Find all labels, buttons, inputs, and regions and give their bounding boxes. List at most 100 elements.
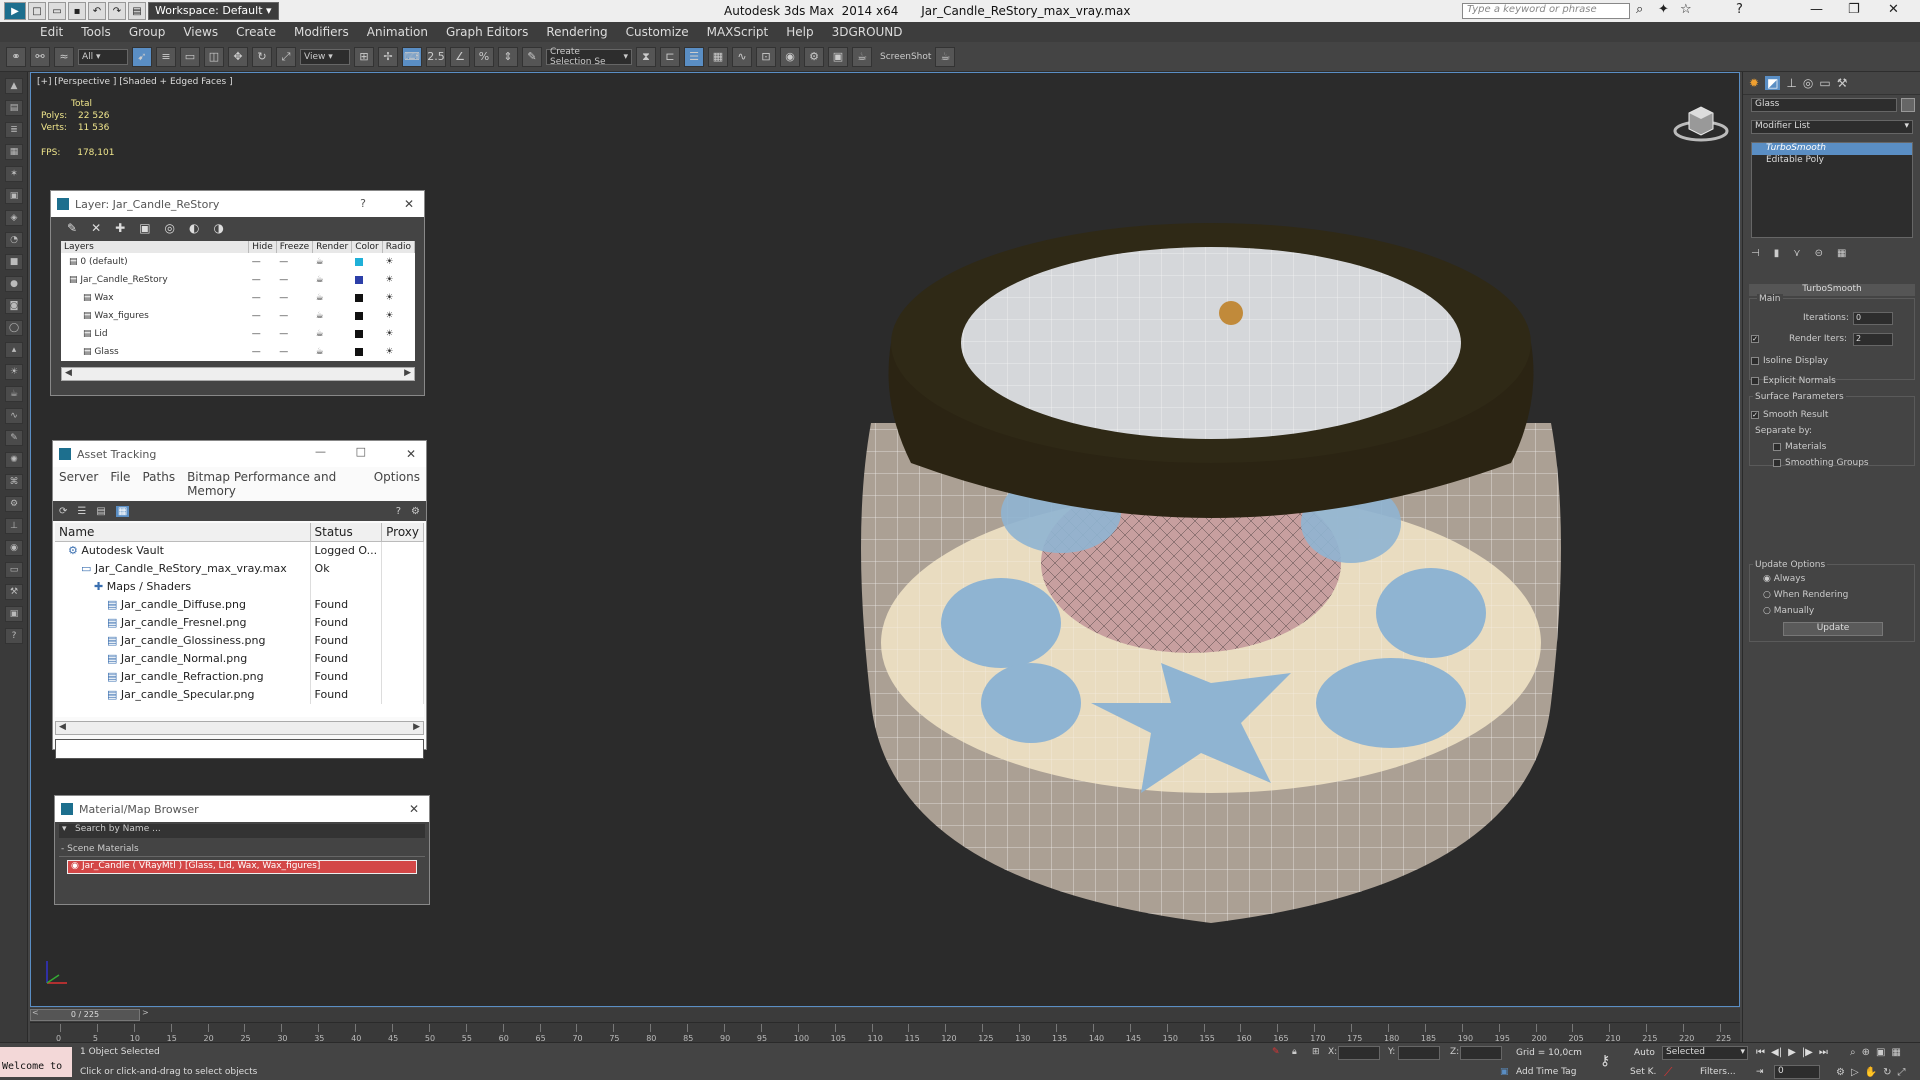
cone-icon[interactable]: ▴ [5, 342, 23, 358]
delete-layer-icon[interactable]: ✕ [91, 221, 101, 235]
key-mode-icon[interactable]: ⇥ [1756, 1067, 1764, 1077]
asset-settings-icon[interactable]: ⚙ [411, 506, 420, 517]
hide-toggle[interactable]: — [249, 253, 277, 271]
restore-icon[interactable]: ❐ [1848, 2, 1860, 17]
col-freeze[interactable]: Freeze [276, 241, 314, 253]
color-cell[interactable] [352, 271, 383, 289]
close-icon[interactable]: ✕ [406, 447, 416, 461]
maxscript-listener[interactable]: Welcome to [0, 1047, 72, 1077]
shape-icon[interactable]: ◔ [5, 232, 23, 248]
asset-row[interactable]: ✚ Maps / Shaders [55, 577, 424, 596]
asset-row[interactable]: ▤ Jar_candle_Fresnel.png Found [55, 613, 424, 632]
hierarchy-tab-icon[interactable]: ⊥ [1786, 76, 1796, 90]
help-icon[interactable]: ? [360, 197, 366, 210]
window-crossing-icon[interactable]: ◫ [204, 46, 224, 67]
close-icon[interactable]: ✕ [404, 197, 414, 211]
menu-rendering[interactable]: Rendering [546, 25, 607, 39]
asset-menu-bitmap-performance-and-memory[interactable]: Bitmap Performance and Memory [187, 470, 362, 498]
grid-icon[interactable]: ▦ [5, 144, 23, 160]
selection-filter-dropdown[interactable]: All ▾ [78, 48, 128, 65]
asset-menu-paths[interactable]: Paths [142, 470, 175, 498]
refresh-icon[interactable]: ⟳ [59, 506, 67, 517]
snaps-toggle-icon[interactable]: 2.5 [426, 46, 446, 67]
schematic-view-icon[interactable]: ⊡ [756, 46, 776, 67]
scene-materials-section[interactable]: - Scene Materials [59, 842, 425, 857]
color-cell[interactable] [352, 343, 383, 361]
viewcube-icon[interactable] [1671, 95, 1731, 155]
undo-icon[interactable]: ↶ [88, 2, 106, 20]
hide-toggle[interactable]: — [249, 271, 277, 289]
asset-scrollbar[interactable]: ◀ ▶ [55, 721, 424, 735]
radiosity-icon[interactable]: ☀ [382, 253, 414, 271]
radiosity-icon[interactable]: ☀ [382, 289, 414, 307]
radiosity-icon[interactable]: ☀ [382, 343, 414, 361]
menu-edit[interactable]: Edit [40, 25, 63, 39]
search-input[interactable]: Type a keyword or phrase [1462, 3, 1630, 19]
time-tag-icon[interactable]: ▣ [1500, 1067, 1509, 1077]
add-time-tag[interactable]: Add Time Tag [1516, 1067, 1576, 1077]
open-file-icon[interactable]: ▭ [48, 2, 66, 20]
screenshot-icon[interactable]: ☕ [935, 46, 956, 67]
modifier-icon[interactable]: ∿ [5, 408, 23, 424]
layer-row[interactable]: ▤ Wax — — ☕ ☀ [61, 289, 415, 307]
time-slider[interactable]: 0 / 225 < > [30, 1008, 1740, 1022]
menu-create[interactable]: Create [236, 25, 276, 39]
help-icon[interactable]: ? [1736, 2, 1743, 17]
material-editor-icon[interactable]: ◉ [780, 46, 800, 67]
select-manipulate-icon[interactable]: ✢ [378, 46, 398, 67]
radiosity-icon[interactable]: ☀ [382, 307, 414, 325]
fov-icon[interactable]: ▷ [1851, 1067, 1859, 1078]
play-icon[interactable]: ▶ [1788, 1047, 1796, 1058]
torus-icon[interactable]: ◯ [5, 320, 23, 336]
workspace-dropdown[interactable]: Workspace: Default ▾ [148, 2, 279, 20]
col-layers[interactable]: Layers [61, 241, 250, 253]
utilities-tab-icon[interactable]: ⚒ [1837, 76, 1848, 90]
redo-icon[interactable]: ↷ [108, 2, 126, 20]
key-mode-dropdown[interactable]: Selected ▾ [1662, 1046, 1748, 1060]
hierarchy-icon[interactable]: ⊥ [5, 518, 23, 534]
scale-icon[interactable]: ⤢ [276, 46, 296, 67]
color-cell[interactable] [352, 289, 383, 307]
hide-toggle[interactable]: — [249, 307, 277, 325]
key-icon[interactable]: ⚷ [1600, 1053, 1610, 1069]
modify-tab-icon[interactable]: ◩ [1765, 76, 1781, 90]
maximize-viewport-icon[interactable]: ⤢ [1898, 1067, 1906, 1078]
asset-menu-options[interactable]: Options [374, 470, 420, 498]
material-panel-header[interactable]: Material/Map Browser ✕ [55, 796, 429, 822]
scroll-right-icon[interactable]: ▶ [404, 368, 411, 378]
hide-toggle[interactable]: — [249, 325, 277, 343]
auto-key-button[interactable]: Auto [1634, 1048, 1655, 1058]
layer-manager-icon[interactable]: ☰ [684, 46, 704, 67]
sphere-icon[interactable]: ● [5, 276, 23, 292]
motion-icon[interactable]: ◉ [5, 540, 23, 556]
menu-maxscript[interactable]: MAXScript [707, 25, 769, 39]
minimize-icon[interactable]: — [1810, 2, 1823, 17]
key-filters-button[interactable]: Filters... [1700, 1067, 1736, 1077]
select-objects-icon[interactable]: ▣ [139, 221, 150, 235]
render-teapot-icon[interactable]: ☕ [313, 271, 352, 289]
orbit-icon[interactable]: ↻ [1883, 1067, 1891, 1078]
rect-selection-icon[interactable]: ▭ [180, 46, 200, 67]
render-production-icon[interactable]: ☕ [852, 46, 872, 67]
y-coord-field[interactable] [1398, 1046, 1440, 1060]
save-file-icon[interactable]: ▪ [68, 2, 86, 20]
color-cell[interactable] [352, 307, 383, 325]
remove-modifier-icon[interactable]: ⊝ [1815, 248, 1823, 259]
close-icon[interactable]: ✕ [1888, 2, 1899, 17]
freeze-toggle[interactable]: — [276, 325, 312, 343]
select-layer-icon[interactable]: ◎ [165, 221, 175, 235]
asset-row[interactable]: ▭ Jar_Candle_ReStory_max_vray.max Ok [55, 559, 424, 578]
render-teapot-icon[interactable]: ☕ [313, 253, 352, 271]
color-cell[interactable] [352, 253, 383, 271]
cylinder-icon[interactable]: ◙ [5, 298, 23, 314]
motion-tab-icon[interactable]: ◎ [1803, 76, 1813, 90]
set-key-icon[interactable]: ⟋ [1664, 1065, 1672, 1080]
materials-checkbox[interactable] [1773, 442, 1781, 451]
set-key-button[interactable]: Set K. [1630, 1067, 1656, 1077]
asset-menu-file[interactable]: File [110, 470, 130, 498]
render-teapot-icon[interactable]: ☕ [313, 343, 352, 361]
asset-row[interactable]: ▤ Jar_candle_Refraction.png Found [55, 667, 424, 686]
scroll-left-icon[interactable]: ◀ [65, 368, 72, 378]
render-setup-icon[interactable]: ⚙ [804, 46, 824, 67]
unlink-icon[interactable]: ⚯ [30, 46, 50, 67]
